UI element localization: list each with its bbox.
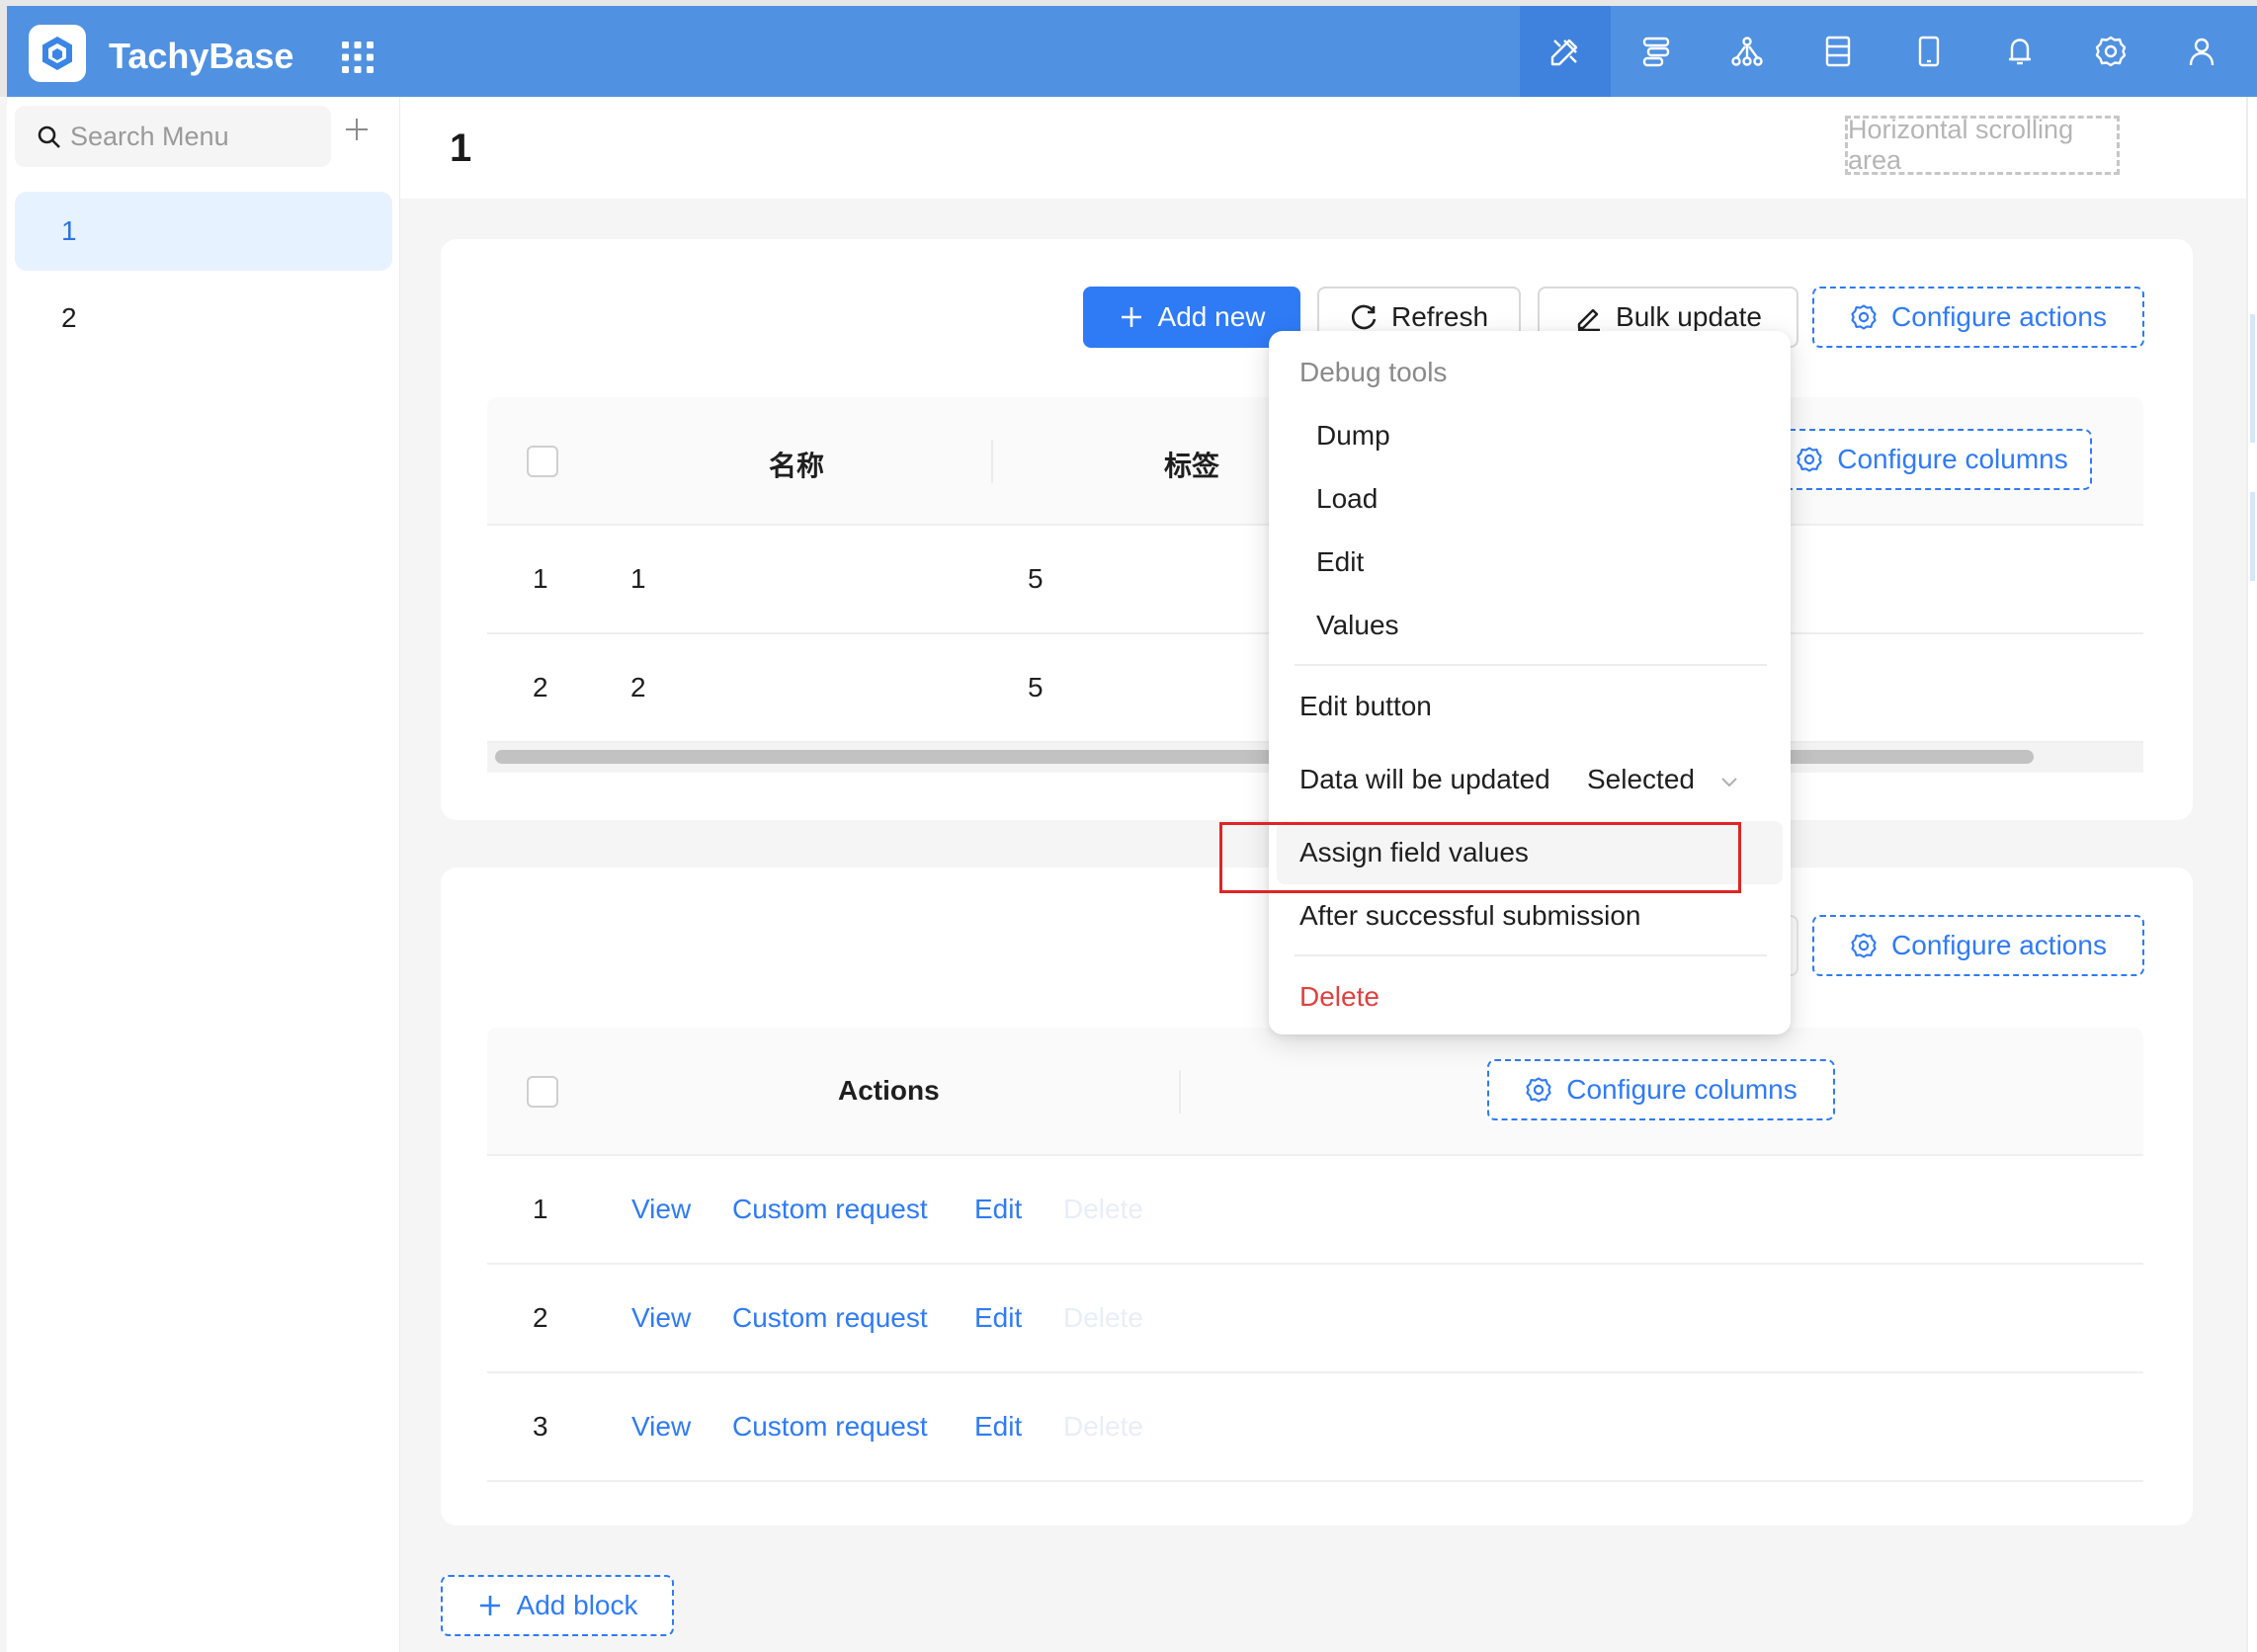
table-row[interactable]: 3 View Custom request Edit Delete <box>487 1373 2143 1482</box>
add-block-button[interactable]: Add block <box>441 1575 674 1636</box>
column-header-tag[interactable]: 标签 <box>1164 445 1219 484</box>
sidebar: 1 2 <box>7 97 400 1652</box>
row-tag: 5 <box>1028 563 1044 594</box>
apps-grid-icon[interactable] <box>341 41 375 74</box>
configure-columns-label: Configure columns <box>1837 444 2068 474</box>
menu-item-after-successful-submission[interactable]: After successful submission <box>1299 900 1640 932</box>
scroll-marker <box>2250 314 2255 443</box>
configure-actions-button[interactable]: Configure actions <box>1812 915 2144 976</box>
bulk-update-label: Bulk update <box>1616 301 1762 332</box>
configure-columns-button[interactable]: Configure columns <box>1772 429 2092 490</box>
menu-item-data-will-be-updated[interactable]: Data will be updated <box>1299 764 1550 795</box>
menu-item-dump[interactable]: Dump <box>1316 420 1390 452</box>
gear-icon <box>1797 447 1822 472</box>
search-box[interactable] <box>15 106 331 167</box>
page-title: 1 <box>450 126 472 170</box>
collections-icon[interactable] <box>1793 6 1883 97</box>
data-updated-select-value[interactable]: Selected <box>1587 764 1695 795</box>
refresh-icon <box>1351 304 1377 330</box>
page-header: 1 Horizontal scrolling area <box>400 97 2246 199</box>
mobile-icon[interactable] <box>1883 6 1974 97</box>
configure-actions-button[interactable]: Configure actions <box>1812 287 2144 348</box>
sidebar-item-1[interactable]: 1 <box>15 192 392 271</box>
app-title[interactable]: TachyBase <box>109 36 293 77</box>
select-all-checkbox[interactable] <box>527 446 558 477</box>
row-name: 1 <box>630 563 646 594</box>
ui-editor-icon[interactable] <box>1520 6 1611 97</box>
configure-actions-label: Configure actions <box>1891 301 2107 332</box>
add-new-button[interactable]: Add new <box>1083 287 1300 348</box>
chevron-down-icon[interactable] <box>1718 771 1740 792</box>
highlight-annotation-box <box>1219 822 1741 893</box>
search-icon <box>38 125 60 148</box>
scroll-marker <box>2250 492 2255 581</box>
configure-columns-button[interactable]: Configure columns <box>1487 1059 1835 1120</box>
right-scroll-strip[interactable] <box>2246 97 2257 1652</box>
column-divider <box>1179 1070 1181 1114</box>
row-name: 2 <box>630 672 646 702</box>
edit-icon <box>1577 308 1601 331</box>
top-bar: TachyBase <box>0 0 2257 97</box>
view-link[interactable]: View <box>631 1411 691 1443</box>
delete-link[interactable]: Delete <box>1063 1302 1143 1334</box>
plus-icon <box>1121 307 1141 327</box>
menu-item-values[interactable]: Values <box>1316 610 1399 641</box>
sidebar-item-2[interactable]: 2 <box>15 279 392 358</box>
menu-item-load[interactable]: Load <box>1316 483 1378 515</box>
menu-item-edit[interactable]: Edit <box>1316 546 1364 578</box>
view-link[interactable]: View <box>631 1194 691 1225</box>
edit-link[interactable]: Edit <box>974 1411 1022 1443</box>
delete-link[interactable]: Delete <box>1063 1194 1143 1225</box>
bell-icon[interactable] <box>1974 6 2065 97</box>
column-header-actions[interactable]: Actions <box>838 1075 940 1107</box>
select-all-checkbox[interactable] <box>527 1076 558 1108</box>
add-menu-item-icon[interactable] <box>343 116 371 143</box>
gear-icon <box>1526 1077 1551 1103</box>
add-new-label: Add new <box>1157 301 1266 332</box>
configure-columns-label: Configure columns <box>1566 1074 1797 1105</box>
table-row[interactable]: 1 View Custom request Edit Delete <box>487 1156 2143 1265</box>
relationships-icon[interactable] <box>1702 6 1793 97</box>
view-link[interactable]: View <box>631 1302 691 1334</box>
user-icon[interactable] <box>2156 6 2247 97</box>
gear-icon <box>1851 304 1877 330</box>
menu-divider <box>1295 664 1767 666</box>
menu-item-delete[interactable]: Delete <box>1299 981 1379 1013</box>
row-index: 1 <box>533 1194 548 1224</box>
window-edge <box>0 6 7 97</box>
workflow-icon[interactable] <box>1611 6 1702 97</box>
logo-icon <box>42 37 72 70</box>
custom-request-link[interactable]: Custom request <box>732 1194 928 1225</box>
row-index: 2 <box>533 1302 548 1333</box>
custom-request-link[interactable]: Custom request <box>732 1302 928 1334</box>
gear-icon <box>1851 933 1877 958</box>
configure-actions-label: Configure actions <box>1891 930 2107 960</box>
refresh-label: Refresh <box>1390 301 1489 332</box>
edit-link[interactable]: Edit <box>974 1302 1022 1334</box>
menu-divider <box>1295 954 1767 956</box>
row-index: 1 <box>533 563 548 594</box>
row-index: 3 <box>533 1411 548 1442</box>
menu-item-edit-button[interactable]: Edit button <box>1299 691 1432 722</box>
column-divider <box>991 440 993 483</box>
plus-icon <box>479 1596 500 1615</box>
action-settings-dropdown: Debug tools Dump Load Edit Values Edit b… <box>1269 331 1791 1034</box>
debug-tools-group-label: Debug tools <box>1299 357 1448 387</box>
custom-request-link[interactable]: Custom request <box>732 1411 928 1443</box>
scrollbar-thumb[interactable] <box>495 750 2034 764</box>
app-logo[interactable] <box>29 25 86 82</box>
edit-link[interactable]: Edit <box>974 1194 1022 1225</box>
search-menu-input[interactable] <box>70 116 317 157</box>
gear-icon[interactable] <box>2065 6 2156 97</box>
delete-link[interactable]: Delete <box>1063 1411 1143 1443</box>
table-header: Actions Configure columns <box>487 1028 2143 1156</box>
column-header-name[interactable]: 名称 <box>769 445 824 484</box>
table-row[interactable]: 2 View Custom request Edit Delete <box>487 1265 2143 1373</box>
row-index: 2 <box>533 672 548 702</box>
row-tag: 5 <box>1028 672 1044 702</box>
horizontal-scrolling-area[interactable]: Horizontal scrolling area <box>1845 115 2120 175</box>
add-block-label: Add block <box>516 1590 638 1620</box>
